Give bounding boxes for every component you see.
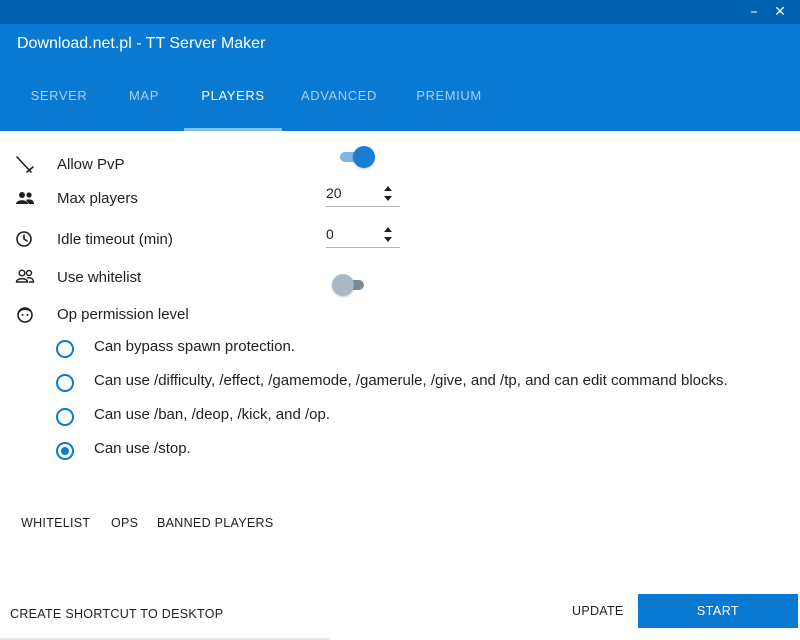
op-level-4-label: Can use /stop. xyxy=(94,440,191,457)
idle-timeout-stepper[interactable] xyxy=(382,223,394,247)
tab-players[interactable]: PLAYERS xyxy=(184,76,282,131)
op-level-2-label: Can use /difficulty, /effect, /gamemode,… xyxy=(94,372,728,389)
toggle-knob xyxy=(353,146,375,168)
main-tabs: SERVER MAP PLAYERS ADVANCED PREMIUM xyxy=(0,76,800,131)
op-level-3-label: Can use /ban, /deop, /kick, and /op. xyxy=(94,406,330,423)
max-players-value: 20 xyxy=(326,185,342,201)
update-button[interactable]: UPDATE xyxy=(572,604,624,618)
allow-pvp-label: Allow PvP xyxy=(57,156,125,173)
people-outline-icon xyxy=(15,269,35,283)
tab-server[interactable]: SERVER xyxy=(21,76,97,128)
minimize-button[interactable]: – xyxy=(744,2,764,22)
max-players-stepper[interactable] xyxy=(382,182,394,206)
radio-button[interactable] xyxy=(56,408,74,426)
tab-premium[interactable]: PREMIUM xyxy=(405,76,493,128)
face-icon xyxy=(17,307,33,323)
radio-button[interactable] xyxy=(56,340,74,358)
idle-timeout-label: Idle timeout (min) xyxy=(57,231,173,248)
app-header: Download.net.pl - TT Server Maker SERVER… xyxy=(0,24,800,131)
radio-button-checked[interactable] xyxy=(56,442,74,460)
max-players-input[interactable]: 20 xyxy=(326,182,400,207)
op-level-1-label: Can bypass spawn protection. xyxy=(94,338,295,355)
window-titlebar: – ✕ xyxy=(0,0,800,24)
toggle-knob xyxy=(332,274,354,296)
people-icon xyxy=(16,192,34,204)
banned-players-button[interactable]: BANNED PLAYERS xyxy=(157,516,274,530)
max-players-label: Max players xyxy=(57,190,138,207)
allow-pvp-toggle[interactable] xyxy=(338,145,376,169)
radio-button[interactable] xyxy=(56,374,74,392)
close-button[interactable]: ✕ xyxy=(770,2,790,22)
idle-timeout-input[interactable]: 0 xyxy=(326,223,400,248)
tab-map[interactable]: MAP xyxy=(113,76,175,128)
whitelist-button[interactable]: WHITELIST xyxy=(21,516,90,530)
idle-timeout-value: 0 xyxy=(326,226,334,242)
start-button[interactable]: START xyxy=(638,594,798,628)
app-title: Download.net.pl - TT Server Maker xyxy=(17,35,266,52)
tab-advanced[interactable]: ADVANCED xyxy=(294,76,384,128)
op-permission-label: Op permission level xyxy=(57,306,189,323)
use-whitelist-toggle[interactable] xyxy=(332,273,370,297)
create-shortcut-button[interactable]: CREATE SHORTCUT TO DESKTOP xyxy=(10,607,223,621)
sword-icon xyxy=(16,156,34,173)
ops-button[interactable]: OPS xyxy=(111,516,138,530)
clock-icon xyxy=(16,231,32,247)
use-whitelist-label: Use whitelist xyxy=(57,269,142,286)
